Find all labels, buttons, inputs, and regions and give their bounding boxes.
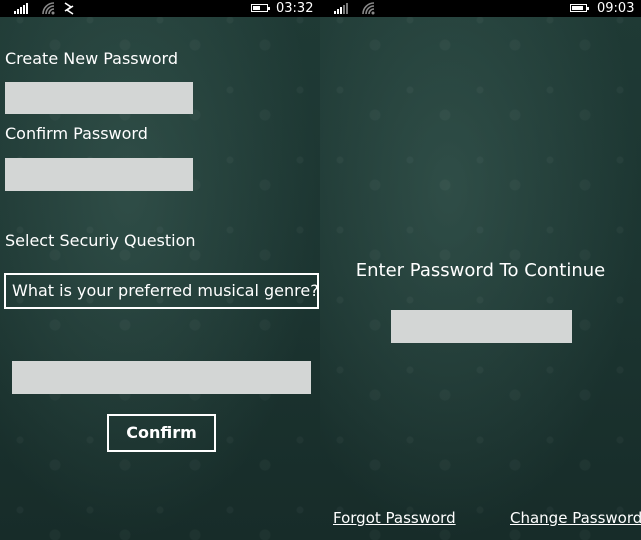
confirm-password-label: Confirm Password <box>5 124 148 143</box>
security-question-select[interactable]: What is your preferred musical genre? <box>4 273 319 309</box>
battery-icon <box>570 4 589 12</box>
wifi-icon <box>42 2 55 15</box>
forgot-password-link[interactable]: Forgot Password <box>333 508 456 528</box>
battery-icon <box>251 4 270 12</box>
confirm-button[interactable]: Confirm <box>107 414 216 452</box>
enter-password-screen: 09:03 Enter Password To Continue Forgot … <box>320 0 641 540</box>
create-password-label: Create New Password <box>5 49 178 68</box>
security-question-label: Select Securiy Question <box>5 231 196 250</box>
signal-strength-icon <box>334 3 348 14</box>
signal-strength-icon <box>14 3 28 14</box>
status-time: 03:32 <box>276 1 314 16</box>
status-time: 09:03 <box>597 1 635 16</box>
security-answer-input[interactable] <box>12 361 311 394</box>
security-question-selected-value: What is your preferred musical genre? <box>12 281 319 300</box>
confirm-password-input[interactable] <box>5 158 193 191</box>
password-input[interactable] <box>391 310 572 343</box>
new-password-input[interactable] <box>5 82 193 114</box>
enter-password-prompt: Enter Password To Continue <box>355 260 606 281</box>
status-bar: 03:32 <box>0 0 320 17</box>
wifi-icon <box>362 2 375 15</box>
data-sync-icon <box>64 2 74 15</box>
change-password-link[interactable]: Change Password <box>510 508 641 528</box>
setup-password-screen: 03:32 Create New Password Confirm Passwo… <box>0 0 320 540</box>
status-bar: 09:03 <box>320 0 641 17</box>
